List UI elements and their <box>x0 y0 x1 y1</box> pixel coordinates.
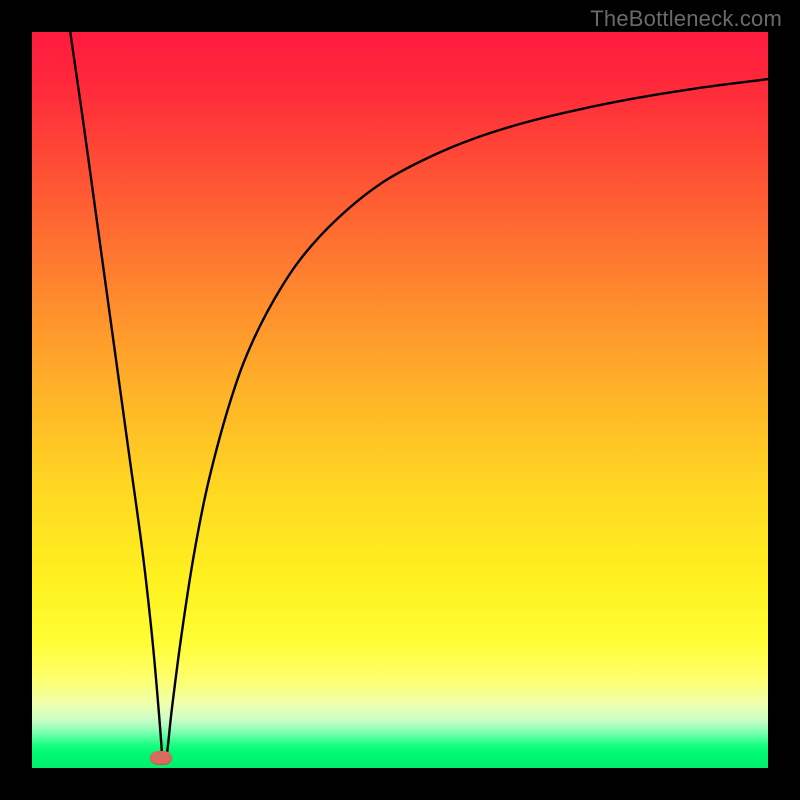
plot-area <box>32 32 768 768</box>
minimum-marker <box>150 751 172 765</box>
chart-frame: TheBottleneck.com <box>0 0 800 800</box>
bottleneck-curve <box>32 32 768 768</box>
watermark-text: TheBottleneck.com <box>590 6 782 32</box>
